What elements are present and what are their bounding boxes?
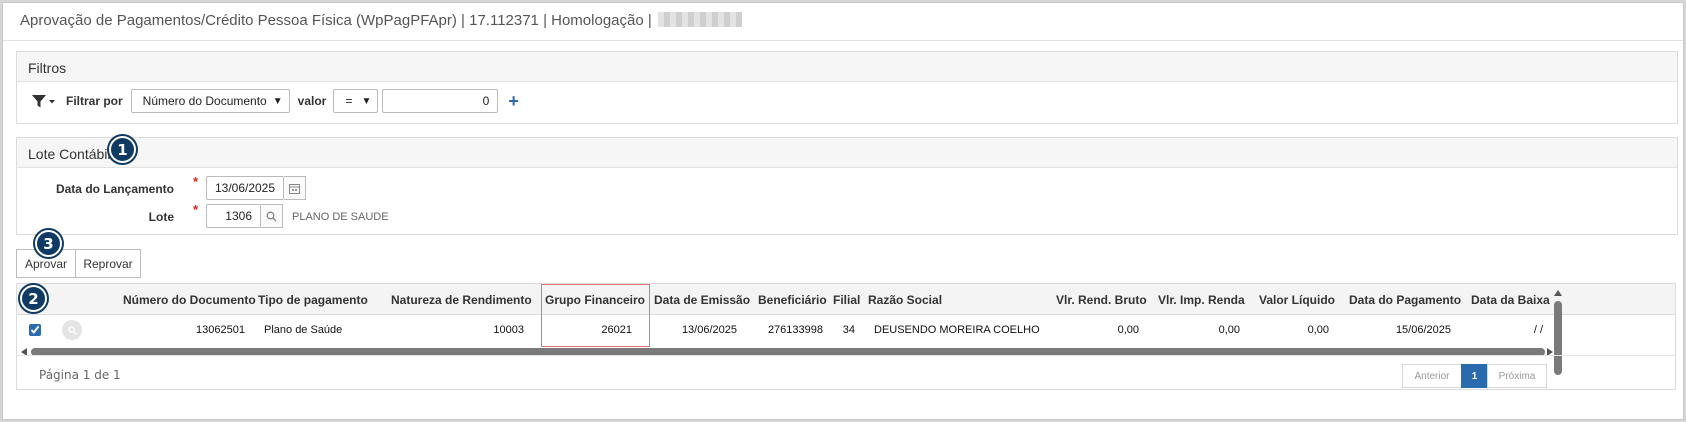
previous-page-label: Anterior [1414, 370, 1450, 382]
lote-input[interactable]: 1306 [206, 204, 261, 228]
lote-search-button[interactable] [261, 204, 283, 228]
chevron-down-icon: ▼ [272, 95, 283, 107]
row-view-button[interactable] [62, 320, 82, 340]
page-title-text: Aprovação de Pagamentos/Crédito Pessoa F… [20, 12, 652, 29]
filter-field-select[interactable]: Número do Documento ▼ [130, 89, 290, 113]
column-header[interactable]: Razão Social [868, 293, 942, 307]
filters-panel-header: Filtros [17, 52, 1677, 82]
operator-select[interactable]: = ▼ [333, 89, 379, 113]
filter-value-input[interactable]: 0 [382, 89, 499, 113]
date-label: Data do Lançamento [55, 182, 174, 196]
column-header[interactable]: Valor Líquido [1259, 293, 1335, 307]
filters-panel: Filtros Filtrar por Número do Documento … [16, 51, 1678, 124]
cell-payment-date: 15/06/2025 [1395, 324, 1451, 336]
lote-value: 1306 [225, 209, 252, 223]
filter-field-selected: Número do Documento [142, 94, 267, 108]
cell-income-nature: 10003 [493, 324, 524, 336]
lote-description: PLANO DE SAUDE [292, 211, 389, 223]
column-header[interactable]: Natureza de Rendimento [391, 293, 532, 307]
page-title: Aprovação de Pagamentos/Crédito Pessoa F… [20, 12, 742, 29]
cell-income-tax: 0,00 [1218, 324, 1240, 336]
filter-menu-button[interactable] [30, 93, 66, 109]
previous-page-button[interactable]: Anterior [1402, 364, 1462, 388]
filters-panel-title: Filtros [28, 60, 67, 76]
cell-document-number: 13062501 [196, 324, 245, 336]
lote-panel-title: Lote Contábil [28, 146, 111, 162]
grupo-financeiro-highlight [541, 284, 650, 347]
lote-label: Lote [148, 210, 174, 224]
calendar-button[interactable] [284, 176, 306, 200]
row-select-checkbox[interactable] [29, 324, 41, 336]
callout-badge-1: 1 [109, 136, 136, 163]
cell-company-name: DEUSENDO MOREIRA COELHO [874, 324, 1040, 336]
funnel-icon [32, 95, 55, 108]
table-row[interactable]: 13062501 Plano de Saúde 10003 26021 13/0… [17, 315, 1675, 345]
payments-grid: Número do Documento Tipo de pagamento Na… [16, 283, 1676, 390]
reject-button[interactable]: Reprovar [75, 249, 141, 278]
date-value: 13/06/2025 [214, 181, 276, 195]
filter-value-text: 0 [482, 94, 490, 108]
column-header[interactable]: Tipo de pagamento [258, 293, 368, 307]
lote-required-mark: * [193, 202, 199, 217]
column-header[interactable]: Vlr. Imp. Renda [1158, 293, 1245, 307]
filter-by-label: Filtrar por [66, 94, 123, 108]
chevron-down-icon: ▼ [361, 95, 372, 107]
approve-button-label: Aprovar [24, 256, 68, 271]
current-page-label: 1 [1471, 370, 1478, 382]
grid-header: Número do Documento Tipo de pagamento Na… [17, 284, 1675, 315]
cell-net-value: 0,00 [1307, 324, 1329, 336]
filter-row: Filtrar por Número do Documento ▼ valor … [30, 89, 519, 113]
scroll-up-arrow[interactable] [1554, 290, 1562, 296]
callout-badge-3: 3 [35, 230, 62, 257]
cell-issue-date: 13/06/2025 [681, 324, 737, 336]
column-header[interactable]: Vlr. Rend. Bruto [1056, 293, 1147, 307]
operator-selected: = [345, 94, 353, 108]
cell-settlement-date: / / [1533, 324, 1543, 336]
lote-panel: Lote Contábil Data do Lançamento * 13/06… [16, 137, 1678, 235]
date-input[interactable]: 13/06/2025 [206, 176, 284, 200]
next-page-label: Próxima [1498, 370, 1536, 382]
page-1-button[interactable]: 1 [1461, 364, 1488, 388]
column-header[interactable]: Beneficiário [758, 293, 827, 307]
add-filter-button[interactable]: + [508, 92, 519, 110]
reject-button-label: Reprovar [83, 256, 133, 271]
value-label: valor [297, 94, 327, 108]
column-header[interactable]: Filial [833, 293, 860, 307]
column-header[interactable]: Data do Pagamento [1349, 293, 1461, 307]
title-bar: Aprovação de Pagamentos/Crédito Pessoa F… [3, 3, 1683, 41]
column-header[interactable]: Data de Emissão [654, 293, 750, 307]
cell-beneficiary: 276133998 [767, 324, 823, 336]
cell-payment-type: Plano de Saúde [264, 324, 343, 336]
pagination-info: Página 1 de 1 [39, 368, 121, 382]
callout-badge-2: 2 [20, 285, 47, 312]
cell-branch: 34 [842, 324, 855, 336]
lote-panel-header: Lote Contábil [17, 138, 1677, 168]
column-header[interactable]: Número do Documento [123, 293, 256, 307]
calendar-icon [289, 183, 300, 194]
magnifier-icon [67, 325, 77, 335]
column-header[interactable]: Data da Baixa [1471, 293, 1550, 307]
next-page-button[interactable]: Próxima [1487, 364, 1547, 388]
app-window: Aprovação de Pagamentos/Crédito Pessoa F… [2, 2, 1684, 420]
date-required-mark: * [193, 174, 199, 189]
redacted-environment-name [657, 12, 742, 27]
cell-gross-income: 0,00 [1117, 324, 1139, 336]
search-icon [266, 211, 277, 222]
